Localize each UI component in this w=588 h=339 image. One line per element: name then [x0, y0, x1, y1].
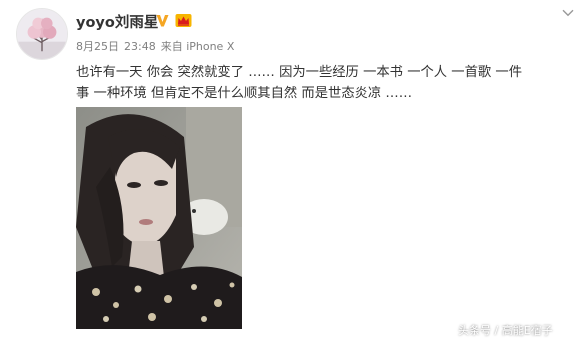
avatar[interactable] — [16, 8, 68, 60]
verified-v-icon — [156, 15, 169, 27]
tree-avatar-image — [17, 9, 67, 59]
post-time[interactable]: 23:48 — [124, 40, 156, 53]
username[interactable]: yoyo刘雨星 — [76, 11, 158, 32]
post-text-line-2: 事 一种环境 但肯定不是什么顺其自然 而是世态炎凉 …… — [76, 86, 413, 101]
post-meta: 8月25日 23:48 来自 iPhone X — [76, 38, 234, 54]
watermark: 头条号 / 高能E宿子 — [458, 324, 553, 337]
post-text-line-1: 也许有一天 你会 突然就变了 …… 因为一些经历 一本书 一个人 一首歌 一件 — [76, 65, 523, 80]
chevron-down-icon[interactable] — [562, 9, 574, 17]
post-text: 也许有一天 你会 突然就变了 …… 因为一些经历 一本书 一个人 一首歌 一件 … — [76, 62, 566, 104]
post-source: 来自 iPhone X — [160, 40, 235, 53]
post-date[interactable]: 8月25日 — [76, 40, 119, 53]
post-photo[interactable] — [76, 107, 242, 329]
crown-icon[interactable] — [175, 13, 192, 28]
portrait-image — [76, 107, 242, 329]
